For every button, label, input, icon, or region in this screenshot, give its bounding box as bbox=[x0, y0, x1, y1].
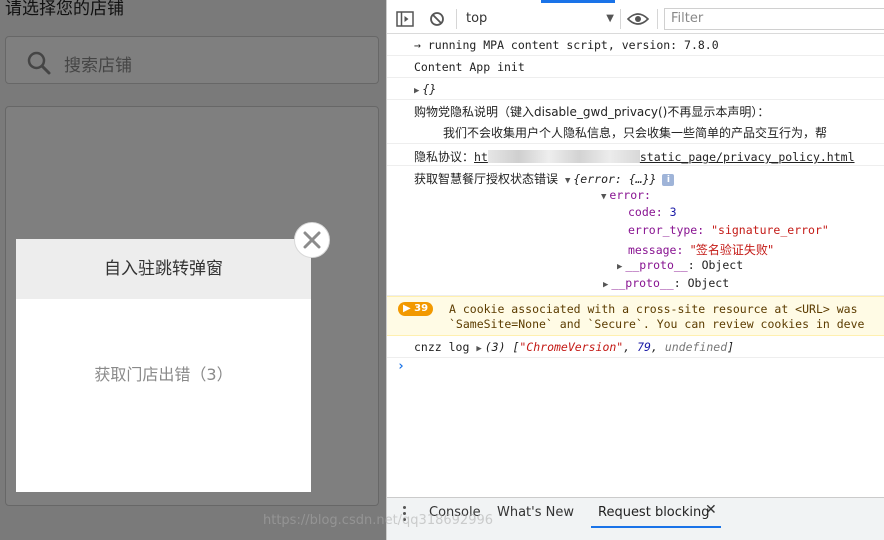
console-message: 获取智慧餐厅授权状态错误 ▼ {error: {…}} i ▼ error: code… bbox=[387, 166, 884, 296]
console-message: Content App init bbox=[387, 56, 884, 78]
console-text: 我们不会收集用户个人隐私信息，只会收集一些简单的产品交互行为，帮 bbox=[443, 126, 828, 140]
active-panel-indicator bbox=[541, 0, 615, 3]
close-icon bbox=[303, 231, 321, 249]
console-prompt[interactable]: › bbox=[387, 358, 884, 380]
error-object[interactable]: {error: {…}} bbox=[573, 172, 656, 186]
tab-request-blocking[interactable]: Request blocking bbox=[598, 505, 710, 520]
sidebar-toggle-icon[interactable] bbox=[396, 11, 414, 27]
privacy-link[interactable]: ht static_page/privacy_policy.html bbox=[474, 150, 855, 164]
filter-input[interactable]: Filter bbox=[664, 8, 884, 30]
toolbar-divider bbox=[657, 9, 658, 29]
redacted-region bbox=[487, 150, 640, 163]
modal-close-button[interactable] bbox=[294, 222, 330, 258]
toolbar-divider bbox=[620, 9, 621, 29]
clear-console-icon[interactable] bbox=[429, 11, 445, 27]
warning-count-badge: ▶ 39 bbox=[398, 302, 434, 316]
object-preview[interactable]: ▶{} bbox=[414, 82, 436, 96]
expand-arrow-icon[interactable]: ▶ bbox=[476, 344, 481, 354]
expand-arrow-icon[interactable]: ▶ bbox=[617, 262, 622, 272]
privacy-line: 隐私协议：ht static_page/privacy_policy.html bbox=[414, 148, 855, 165]
expand-arrow-icon[interactable]: ▶ bbox=[414, 86, 419, 96]
console-message[interactable]: cnzz log ▶ (3) ["ChromeVersion", 79, unde… bbox=[387, 336, 884, 358]
privacy-label: 隐私协议： bbox=[414, 150, 475, 164]
message-line: message: "签名验证失败" bbox=[628, 243, 774, 257]
close-tab-icon[interactable]: ✕ bbox=[705, 502, 717, 518]
proto-line[interactable]: ▶ __proto__: Object bbox=[617, 258, 743, 272]
warning-message[interactable]: ▶ 39 A cookie associated with a cross-si… bbox=[387, 296, 884, 336]
mobile-page: 请选择您的店铺 搜索店铺 自入驻跳转弹窗 获取门店出错（3） bbox=[0, 0, 386, 540]
expand-arrow-icon[interactable]: ▶ bbox=[603, 280, 608, 290]
expand-arrow-icon[interactable]: ▼ bbox=[601, 192, 606, 202]
modal-title: 自入驻跳转弹窗 bbox=[16, 239, 311, 299]
redirect-modal: 自入驻跳转弹窗 获取门店出错（3） bbox=[16, 239, 311, 492]
console-text: → running MPA content script, version: 7… bbox=[414, 38, 719, 52]
console-message: 隐私协议：ht static_page/privacy_policy.html bbox=[387, 144, 884, 166]
code-line: code: 3 bbox=[628, 205, 677, 219]
warning-text: `SameSite=None` and `Secure`. You can re… bbox=[449, 317, 865, 331]
error-type-line: error_type: "signature_error" bbox=[628, 223, 829, 237]
console-message: 购物党隐私说明（键入disable_gwd_privacy()不再显示本声明）：… bbox=[387, 100, 884, 144]
active-tab-indicator bbox=[591, 526, 721, 528]
dropdown-arrow-icon: ▼ bbox=[606, 13, 614, 24]
devtools-panel: top ▼ Filter → running MPA content scrip… bbox=[386, 0, 884, 540]
toolbar-divider bbox=[456, 9, 457, 29]
info-icon: i bbox=[662, 174, 675, 186]
eye-icon[interactable] bbox=[627, 12, 649, 26]
context-value: top bbox=[466, 11, 488, 26]
error-summary-line: 获取智慧餐厅授权状态错误 ▼ {error: {…}} i bbox=[414, 170, 675, 187]
context-select[interactable]: top ▼ bbox=[466, 9, 614, 29]
console-message: → running MPA content script, version: 7… bbox=[387, 34, 884, 56]
proto-line[interactable]: ▶ __proto__: Object bbox=[603, 276, 729, 290]
console-text: 购物党隐私说明（键入disable_gwd_privacy()不再显示本声明）： bbox=[414, 105, 770, 119]
cnzz-log-line: cnzz log ▶ (3) ["ChromeVersion", 79, unde… bbox=[414, 340, 735, 354]
error-label: 获取智慧餐厅授权状态错误 bbox=[414, 172, 559, 186]
console-toolbar: top ▼ Filter bbox=[387, 5, 884, 34]
console-text: Content App init bbox=[414, 60, 525, 74]
watermark: https://blog.csdn.net/qq318692996 bbox=[263, 513, 494, 528]
prompt-chevron-icon: › bbox=[397, 359, 405, 374]
tab-whats-new[interactable]: What's New bbox=[497, 505, 574, 520]
modal-message: 获取门店出错（3） bbox=[94, 365, 233, 384]
console-output: → running MPA content script, version: 7… bbox=[387, 34, 884, 380]
error-key-line[interactable]: ▼ error: bbox=[601, 188, 651, 202]
console-message[interactable]: ▶{} bbox=[387, 78, 884, 100]
expand-arrow-icon[interactable]: ▼ bbox=[565, 176, 570, 186]
warning-text: A cookie associated with a cross-site re… bbox=[449, 302, 858, 316]
